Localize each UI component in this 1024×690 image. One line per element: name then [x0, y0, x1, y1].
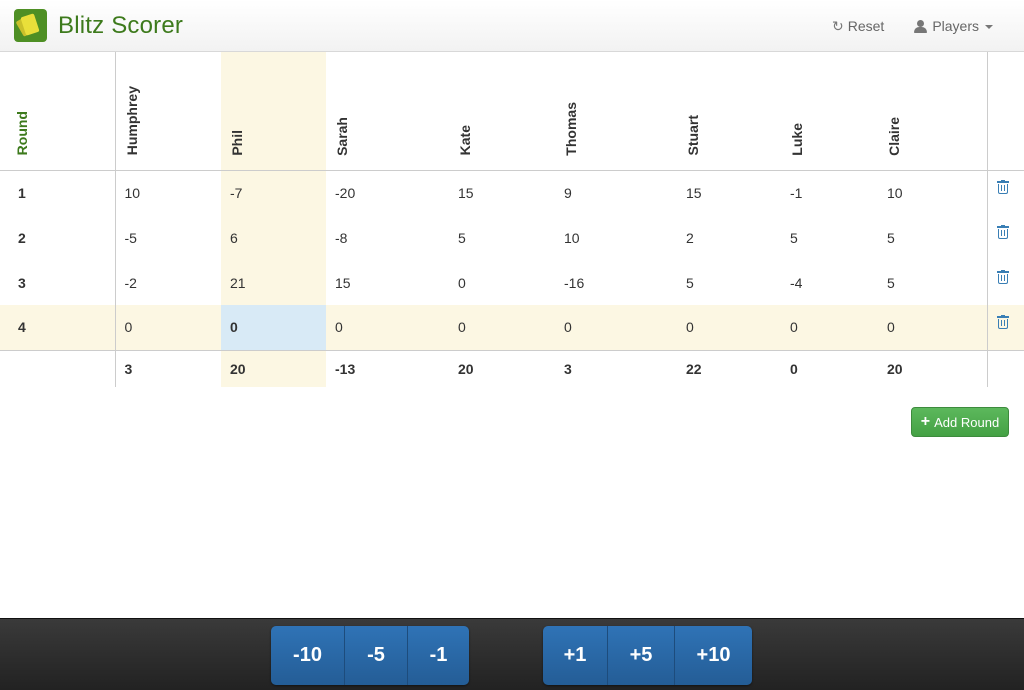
trash-icon[interactable] [996, 314, 1009, 329]
score-cell[interactable]: -8 [326, 215, 449, 260]
brand[interactable]: Blitz Scorer [14, 9, 183, 42]
total-cell: 3 [124, 360, 133, 377]
score-cell[interactable]: 2 [677, 215, 781, 260]
player-header[interactable]: Claire [878, 52, 988, 171]
add-round-button[interactable]: + Add Round [911, 407, 1009, 437]
total-cell: 20 [458, 360, 474, 377]
score-cell[interactable]: -5 [115, 215, 221, 260]
table-row: 3 -2 21 15 0 -16 5 -4 5 [0, 260, 1024, 305]
add-round-label: Add Round [934, 414, 1000, 430]
totals-label-cell [0, 350, 116, 387]
score-cell[interactable]: -4 [781, 260, 878, 305]
score-cell[interactable]: -7 [221, 170, 326, 215]
player-header[interactable]: Luke [781, 52, 878, 171]
delete-round-cell [986, 170, 1024, 215]
minus-5-button[interactable]: -5 [345, 626, 408, 685]
reset-button[interactable]: ↻ Reset [832, 18, 884, 35]
decrement-button-group: -10 -5 -1 [271, 626, 469, 685]
trash-icon[interactable] [996, 270, 1009, 284]
increment-button-group: +1 +5 +10 [543, 626, 752, 685]
score-cell[interactable]: 10 [115, 170, 221, 215]
score-cell[interactable]: 0 [326, 305, 449, 351]
score-adjust-bar: -10 -5 -1 +1 +5 +10 [0, 618, 1024, 690]
score-cell[interactable]: 6 [221, 215, 326, 260]
plus-icon: + [920, 413, 931, 430]
player-header[interactable]: Thomas [555, 52, 677, 171]
score-table-container: Round Humphrey Phil Sarah Kate Thomas St… [0, 52, 1024, 387]
score-cell[interactable]: 0 [449, 305, 555, 351]
user-icon [914, 19, 928, 33]
navbar: Blitz Scorer ↻ Reset Players [0, 0, 1024, 52]
header-row: Round Humphrey Phil Sarah Kate Thomas St… [0, 52, 1024, 171]
round-number-cell[interactable]: 2 [0, 215, 116, 260]
plus-5-button[interactable]: +5 [608, 626, 675, 685]
plus-10-button[interactable]: +10 [675, 626, 752, 685]
score-cell[interactable]: 21 [221, 260, 326, 305]
score-cell[interactable]: 15 [449, 170, 555, 215]
score-cell[interactable]: 0 [878, 305, 988, 351]
reset-label: Reset [847, 18, 885, 34]
score-cell[interactable]: 9 [555, 170, 677, 215]
player-header[interactable]: Humphrey [115, 52, 221, 171]
total-cell: 22 [686, 360, 702, 377]
table-row: 2 -5 6 -8 5 10 2 5 5 [0, 215, 1024, 260]
score-cell[interactable]: 5 [781, 215, 878, 260]
delete-round-cell [986, 305, 1024, 351]
round-number-cell[interactable]: 1 [0, 170, 116, 215]
round-number-cell[interactable]: 4 [0, 305, 116, 351]
refresh-icon: ↻ [832, 17, 844, 34]
minus-10-button[interactable]: -10 [271, 626, 345, 685]
round-header: Round [0, 52, 116, 171]
score-table: Round Humphrey Phil Sarah Kate Thomas St… [0, 52, 1024, 387]
total-cell: 3 [564, 360, 572, 377]
player-header[interactable]: Sarah [326, 52, 449, 171]
score-cell[interactable]: -2 [115, 260, 221, 305]
score-cell[interactable]: 0 [115, 305, 221, 351]
totals-spacer [987, 350, 1024, 387]
total-cell: 0 [790, 360, 798, 377]
total-cell: 20 [221, 350, 326, 387]
totals-row: 3 20 -13 20 3 22 0 20 [0, 350, 1024, 387]
chevron-down-icon [985, 25, 993, 29]
score-cell[interactable]: 5 [677, 260, 781, 305]
score-cell[interactable]: 15 [677, 170, 781, 215]
players-dropdown[interactable]: Players [914, 18, 993, 34]
header-spacer [987, 52, 1024, 171]
round-number-cell[interactable]: 3 [0, 260, 116, 305]
score-cell[interactable]: -16 [555, 260, 677, 305]
score-cell[interactable]: 0 [221, 305, 326, 351]
score-cell[interactable]: 5 [878, 215, 988, 260]
trash-icon[interactable] [996, 180, 1009, 195]
player-header[interactable]: Kate [449, 52, 555, 171]
score-cell[interactable]: -20 [326, 170, 449, 215]
trash-icon[interactable] [996, 225, 1009, 239]
score-cell[interactable]: 10 [878, 170, 988, 215]
score-cell[interactable]: 5 [449, 215, 555, 260]
delete-round-cell [986, 215, 1024, 260]
score-cell[interactable]: -1 [781, 170, 878, 215]
total-cell: -13 [335, 360, 356, 377]
player-header[interactable]: Phil [221, 52, 326, 171]
score-cell[interactable]: 10 [555, 215, 677, 260]
score-cell[interactable]: 0 [781, 305, 878, 351]
minus-1-button[interactable]: -1 [408, 626, 469, 685]
app-title: Blitz Scorer [58, 11, 184, 39]
table-row: 400000000 [0, 305, 1024, 351]
table-row: 1 10 -7 -20 15 9 15 -1 10 [0, 170, 1024, 215]
players-label: Players [932, 18, 979, 34]
score-cell[interactable]: 5 [878, 260, 988, 305]
total-cell: 20 [878, 350, 988, 387]
score-cell[interactable]: 0 [449, 260, 555, 305]
score-cell[interactable]: 0 [555, 305, 677, 351]
cards-logo-icon [14, 9, 47, 42]
player-header[interactable]: Stuart [677, 52, 781, 171]
plus-1-button[interactable]: +1 [543, 626, 608, 685]
score-cell[interactable]: 0 [677, 305, 781, 351]
score-cell[interactable]: 15 [326, 260, 449, 305]
delete-round-cell [986, 260, 1024, 305]
